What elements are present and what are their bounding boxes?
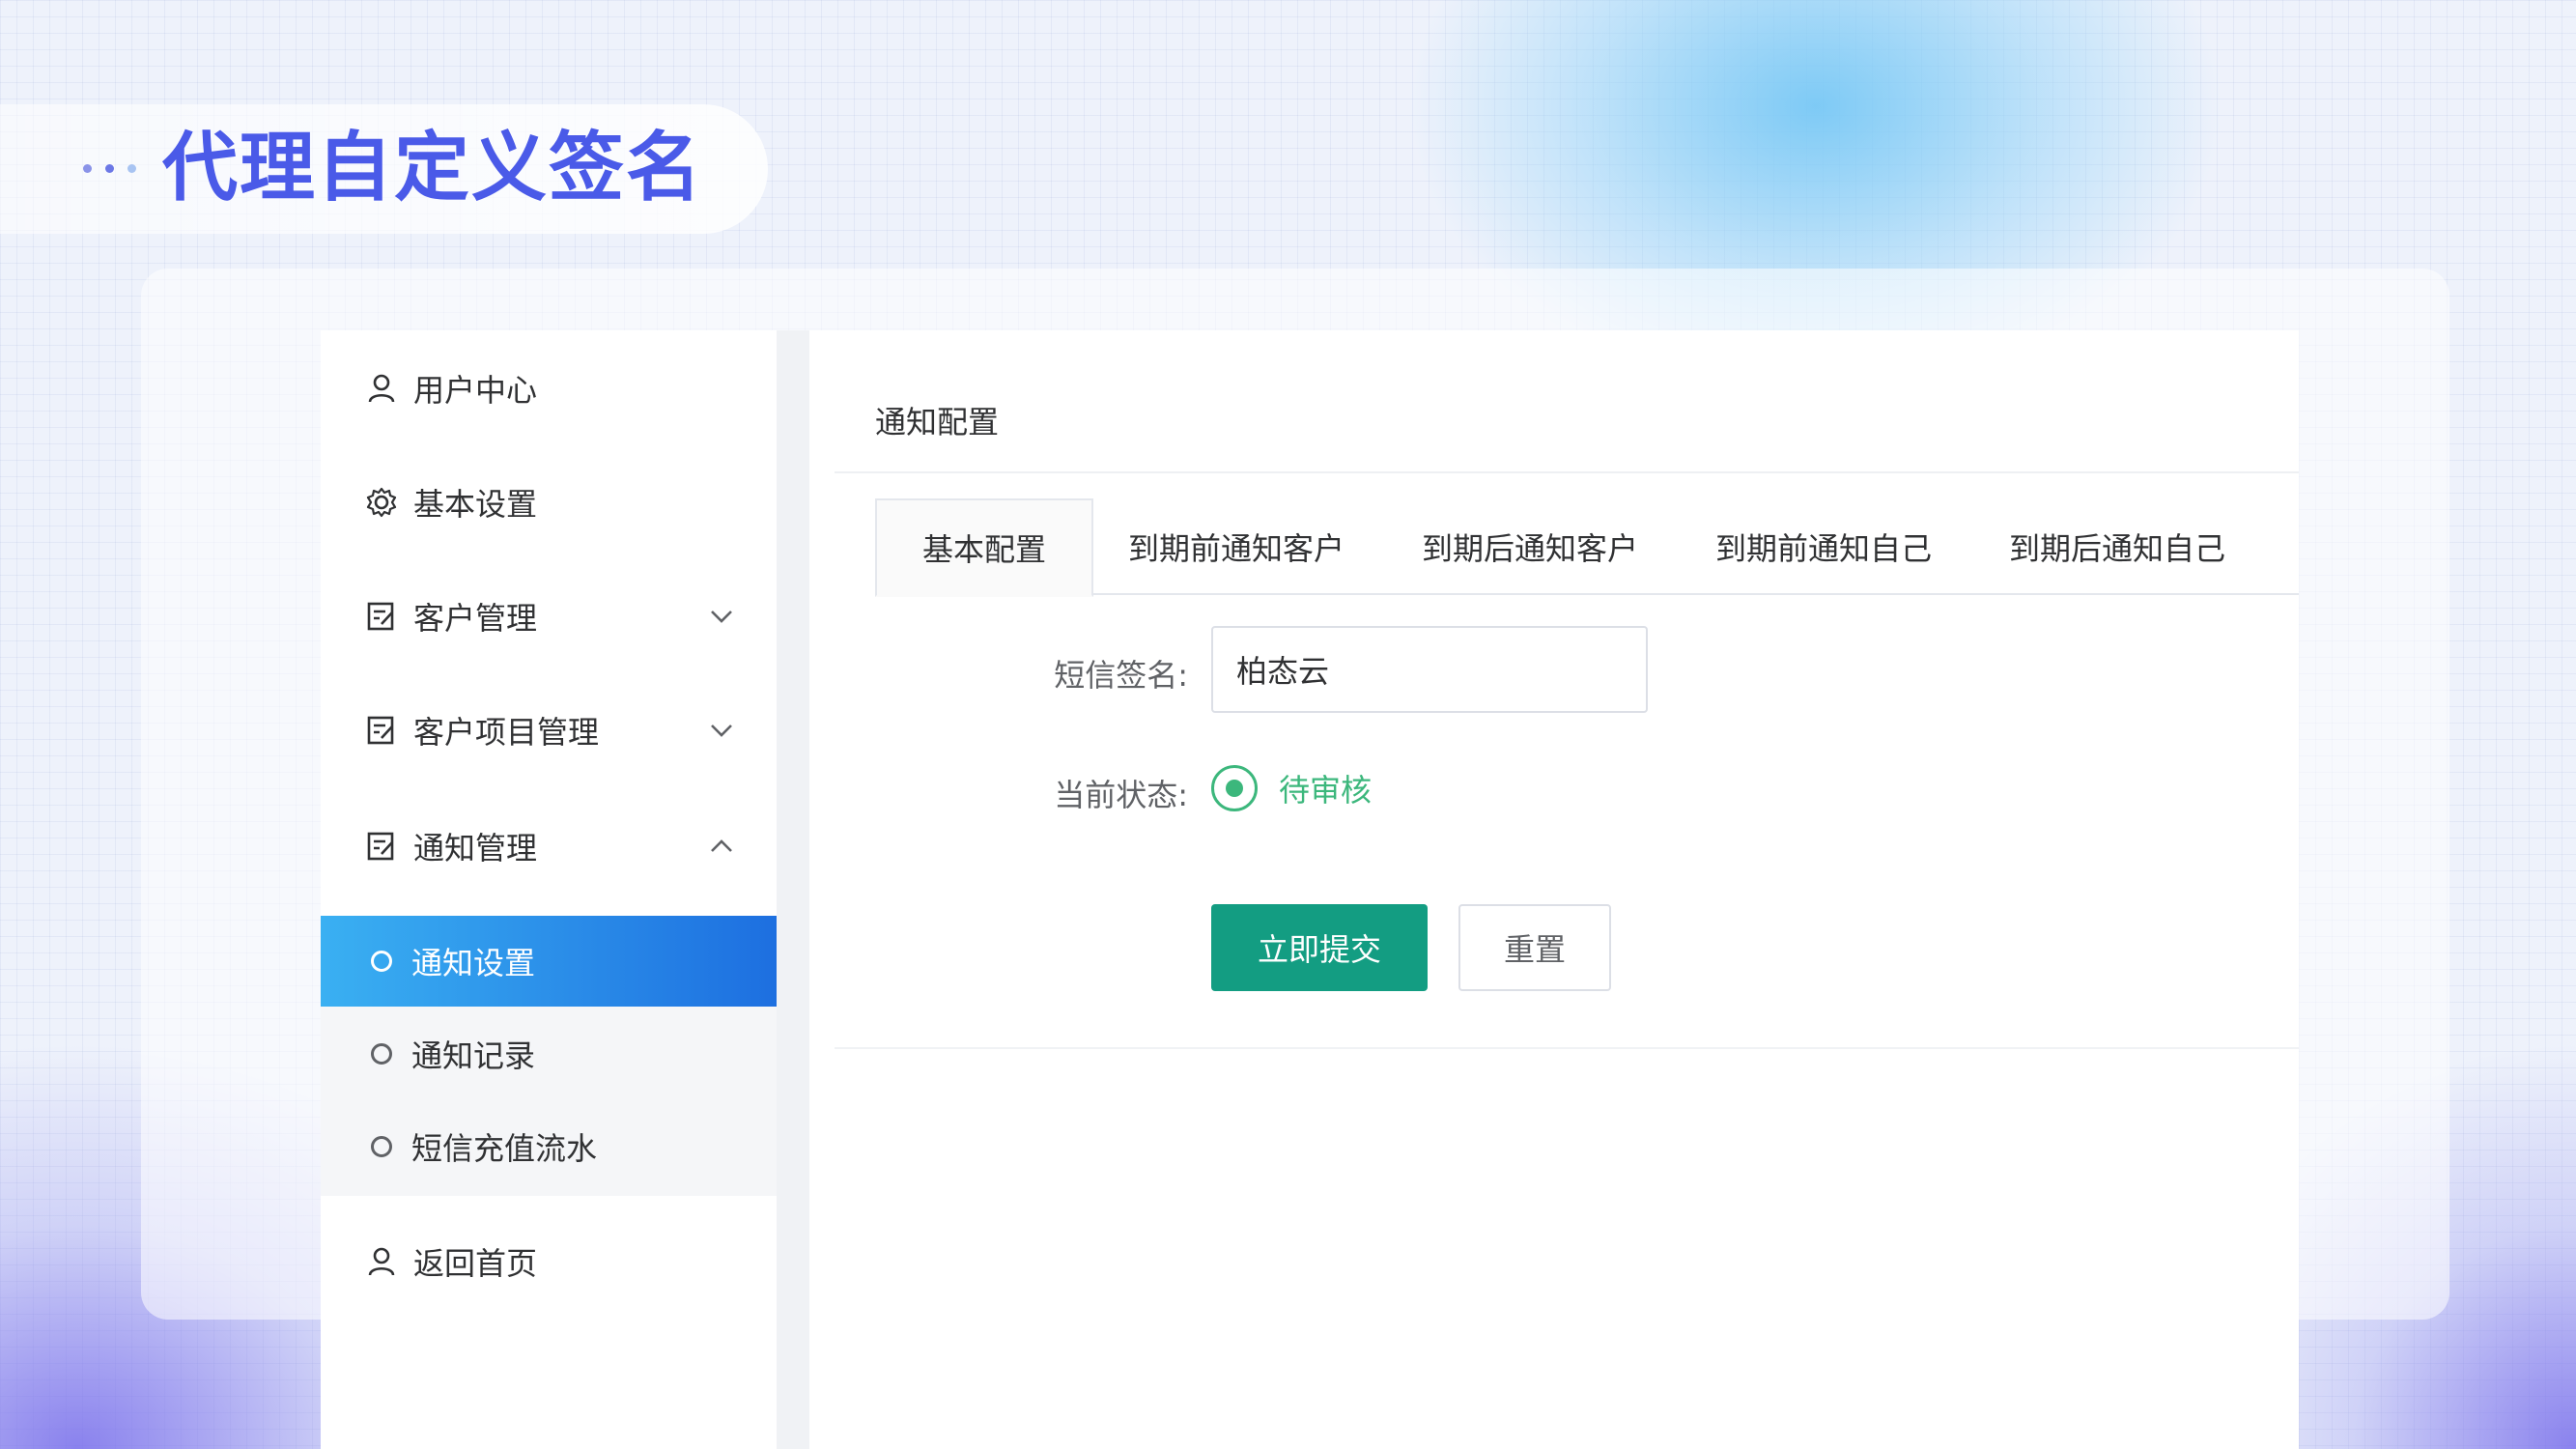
status-value: 待审核 — [1279, 772, 1373, 809]
sidebar-divider — [777, 330, 809, 1449]
sidebar-item-user-center[interactable]: 用户中心 — [321, 342, 777, 435]
sidebar-item-label: 用户中心 — [413, 372, 538, 409]
sidebar: 用户中心 基本设置 客户管理 客户项目管理 通知管理 通知设置 通知记录 短信充… — [321, 330, 777, 1449]
title-dots-icon — [83, 164, 136, 173]
signature-label: 短信签名: — [1054, 657, 1188, 694]
sidebar-item-label: 返回首页 — [413, 1245, 538, 1282]
tab-bar: 基本配置 到期前通知客户 到期后通知客户 到期前通知自己 到期后通知自己 — [875, 498, 2299, 597]
sidebar-item-basic-settings[interactable]: 基本设置 — [321, 456, 777, 549]
radio-checked-icon[interactable] — [1211, 765, 1258, 811]
gear-icon — [365, 486, 398, 519]
chevron-up-icon[interactable] — [707, 832, 736, 861]
tab-notify-self-after-expiry[interactable]: 到期后通知自己 — [1988, 498, 2247, 595]
tab-notify-self-before-expiry[interactable]: 到期前通知自己 — [1694, 498, 1953, 595]
circle-icon — [371, 1136, 392, 1157]
panel-divider — [835, 471, 2299, 473]
main-content: 通知配置 基本配置 到期前通知客户 到期后通知客户 到期前通知自己 到期后通知自… — [809, 330, 2299, 1449]
circle-icon — [371, 951, 392, 972]
chevron-down-icon[interactable] — [707, 716, 736, 745]
sidebar-item-back-home[interactable]: 返回首页 — [321, 1215, 777, 1308]
circle-icon — [371, 1043, 392, 1065]
sidebar-item-customer-project-management[interactable]: 客户项目管理 — [321, 684, 777, 777]
edit-icon — [365, 714, 398, 747]
app-window: 用户中心 基本设置 客户管理 客户项目管理 通知管理 通知设置 通知记录 短信充… — [321, 330, 2299, 1449]
status-label: 当前状态: — [1054, 777, 1188, 813]
tab-basic-config[interactable]: 基本配置 — [875, 498, 1093, 597]
sidebar-item-sms-recharge-history[interactable]: 短信充值流水 — [321, 1101, 777, 1192]
user-icon — [365, 372, 398, 405]
signature-input[interactable]: 柏态云 — [1211, 626, 1648, 713]
sidebar-item-notification-management[interactable]: 通知管理 — [321, 800, 777, 893]
sidebar-item-notification-records[interactable]: 通知记录 — [321, 1009, 777, 1099]
sidebar-item-label: 客户管理 — [413, 600, 538, 637]
chevron-down-icon[interactable] — [707, 602, 736, 631]
sidebar-item-customer-management[interactable]: 客户管理 — [321, 570, 777, 663]
sidebar-item-notification-settings[interactable]: 通知设置 — [321, 916, 777, 1007]
sidebar-item-label: 通知管理 — [413, 830, 538, 867]
sidebar-item-label: 客户项目管理 — [413, 714, 600, 751]
reset-button[interactable]: 重置 — [1458, 904, 1611, 991]
sidebar-item-label: 短信充值流水 — [411, 1130, 598, 1167]
status-radio[interactable]: 待审核 — [1211, 765, 1372, 811]
tab-notify-customer-before-expiry[interactable]: 到期前通知客户 — [1107, 498, 1366, 595]
edit-icon — [365, 600, 398, 633]
sidebar-item-label: 通知记录 — [411, 1037, 536, 1074]
sidebar-item-label: 基本设置 — [413, 486, 538, 523]
submit-button[interactable]: 立即提交 — [1211, 904, 1428, 991]
sidebar-item-label: 通知设置 — [411, 945, 536, 981]
tab-notify-customer-after-expiry[interactable]: 到期后通知客户 — [1401, 498, 1659, 595]
edit-icon — [365, 830, 398, 863]
panel-title: 通知配置 — [875, 404, 1000, 440]
notification-config-panel: 通知配置 基本配置 到期前通知客户 到期后通知客户 到期前通知自己 到期后通知自… — [835, 330, 2299, 1049]
slide-title: 代理自定义签名 — [162, 125, 704, 212]
user-icon — [365, 1245, 398, 1278]
